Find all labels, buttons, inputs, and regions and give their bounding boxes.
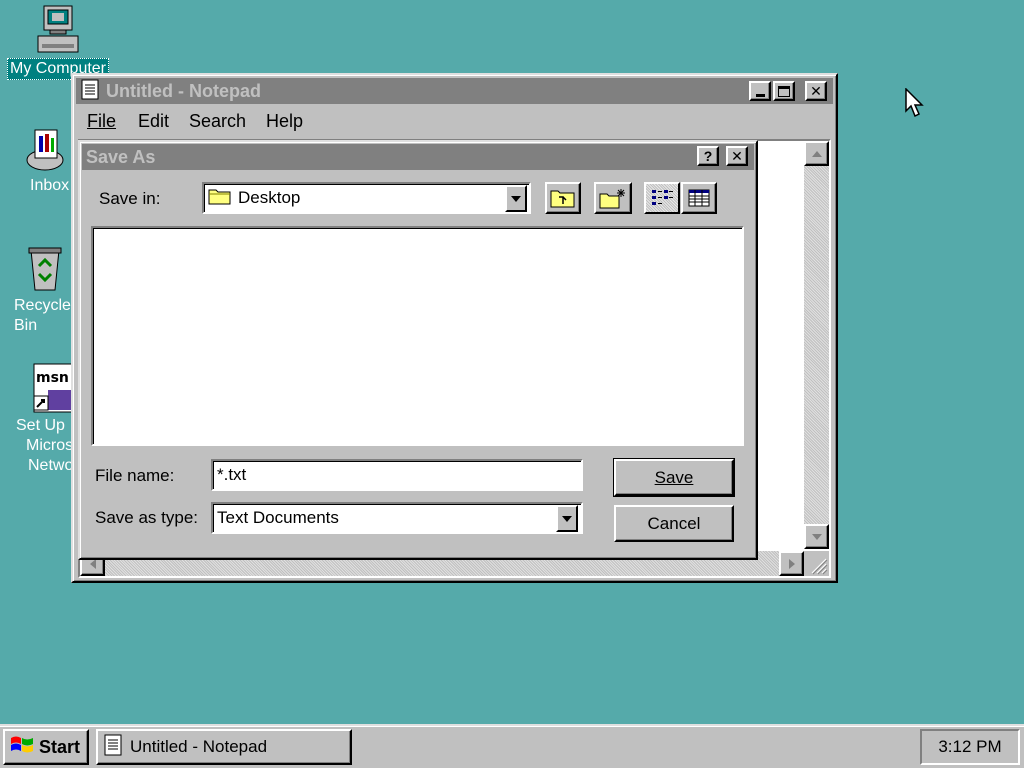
menu-file[interactable]: File	[87, 111, 116, 132]
svg-text:msn: msn	[36, 370, 69, 386]
new-folder-icon	[599, 189, 625, 209]
save-as-titlebar[interactable]: Save As	[82, 144, 754, 170]
details-view-button[interactable]	[681, 182, 717, 214]
scroll-right-button[interactable]	[779, 551, 804, 576]
menu-edit[interactable]: Edit	[138, 111, 169, 132]
close-icon: ✕	[810, 82, 822, 99]
details-view-icon	[688, 189, 710, 207]
dialog-close-button[interactable]: ✕	[726, 146, 748, 166]
dialog-help-button[interactable]: ?	[697, 146, 719, 166]
msn-icon: msn	[32, 362, 76, 414]
clock[interactable]: 3:12 PM	[938, 737, 1001, 757]
close-icon: ✕	[731, 147, 743, 164]
save-as-type-label: Save as type:	[95, 508, 199, 527]
desktop-icon-my-computer[interactable]: My Computer	[3, 4, 113, 80]
save-as-title: Save As	[86, 146, 156, 167]
list-view-button[interactable]	[644, 182, 680, 214]
menu-search[interactable]: Search	[189, 111, 246, 132]
chevron-down-icon	[562, 515, 572, 522]
file-list[interactable]	[91, 226, 744, 446]
menu-edit-label: Edit	[138, 111, 170, 131]
save-in-dropdown-arrow[interactable]	[505, 185, 527, 212]
file-name-input[interactable]: *.txt	[211, 459, 583, 491]
computer-icon	[34, 4, 82, 56]
close-button[interactable]: ✕	[805, 81, 827, 101]
maximize-button[interactable]	[773, 81, 795, 101]
save-as-type-dropdown[interactable]: Text Documents	[211, 502, 583, 534]
notepad-titlebar[interactable]: Untitled - Notepad	[76, 78, 833, 104]
taskbar-button-notepad[interactable]: Untitled - Notepad	[96, 729, 352, 765]
save-button[interactable]: Save	[613, 458, 735, 497]
save-as-type-value: Text Documents	[217, 508, 339, 527]
minimize-icon	[755, 93, 765, 97]
help-icon: ?	[703, 148, 713, 164]
scroll-down-button[interactable]	[804, 524, 829, 549]
recycle-bin-icon	[25, 244, 65, 294]
cancel-button-label: Cancel	[647, 513, 701, 533]
taskbar-button-label: Untitled - Notepad	[130, 737, 268, 756]
save-in-dropdown[interactable]: Desktop	[202, 182, 531, 214]
folder-icon	[208, 187, 232, 210]
up-one-level-button[interactable]	[545, 182, 581, 214]
arrow-down-icon	[811, 533, 822, 540]
mouse-cursor-icon	[905, 87, 925, 123]
file-name-label: File name:	[95, 466, 175, 485]
list-view-icon	[652, 190, 673, 205]
inbox-icon	[21, 124, 69, 174]
save-in-label: Save in:	[99, 189, 161, 208]
system-tray: 3:12 PM	[920, 729, 1020, 765]
scroll-up-button[interactable]	[804, 141, 829, 166]
arrow-left-icon	[89, 558, 96, 569]
minimize-button[interactable]	[749, 81, 771, 101]
vertical-scrollbar[interactable]	[804, 141, 829, 549]
create-new-folder-button[interactable]	[594, 182, 632, 214]
file-name-value: *.txt	[217, 465, 247, 484]
cancel-button[interactable]: Cancel	[614, 505, 734, 542]
menu-file-label: File	[87, 111, 117, 131]
arrow-up-icon	[811, 150, 822, 157]
size-grip-icon	[811, 558, 828, 575]
up-folder-icon	[550, 190, 575, 208]
notepad-title: Untitled - Notepad	[106, 80, 261, 101]
notepad-app-icon	[104, 734, 122, 761]
menu-help[interactable]: Help	[266, 111, 303, 132]
save-in-value: Desktop	[238, 188, 301, 207]
menu-help-label: Help	[266, 111, 304, 131]
size-grip[interactable]	[804, 551, 829, 576]
chevron-down-icon	[511, 195, 521, 202]
windows-logo-icon	[9, 734, 35, 761]
save-as-type-dropdown-arrow[interactable]	[556, 505, 578, 532]
save-button-label: Save	[654, 467, 694, 487]
start-button[interactable]: Start	[3, 729, 89, 765]
menu-search-label: Search	[189, 111, 247, 131]
arrow-right-icon	[788, 558, 795, 569]
notepad-app-icon[interactable]	[80, 78, 100, 105]
start-label: Start	[39, 736, 81, 757]
maximize-icon	[778, 85, 790, 97]
